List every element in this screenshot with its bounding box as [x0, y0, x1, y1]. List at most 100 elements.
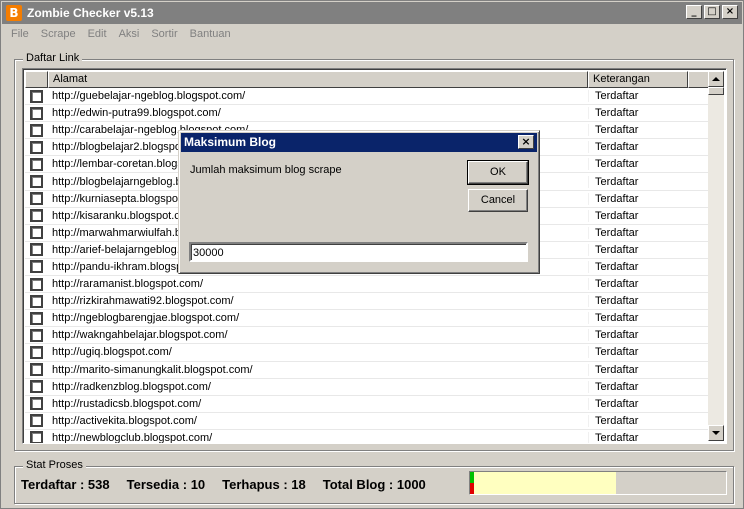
- header-alamat[interactable]: Alamat: [48, 71, 588, 88]
- row-url: http://ngeblogbarengjae.blogspot.com/: [52, 312, 240, 325]
- row-checkbox[interactable]: [30, 157, 43, 171]
- row-checkbox-cell: [25, 345, 48, 359]
- row-checkbox-cell: [25, 192, 48, 206]
- row-keterangan: Terdaftar: [588, 329, 688, 342]
- progress-fill: [470, 472, 616, 494]
- row-checkbox[interactable]: [30, 380, 43, 394]
- row-keterangan: Terdaftar: [588, 158, 688, 171]
- row-checkbox-cell: [25, 209, 48, 223]
- table-row[interactable]: http://rizkirahmawati92.blogspot.com/Ter…: [25, 293, 711, 311]
- ok-button[interactable]: OK: [467, 160, 529, 185]
- row-checkbox-cell: [25, 157, 48, 171]
- row-checkbox[interactable]: [30, 209, 43, 223]
- row-checkbox[interactable]: [30, 363, 43, 377]
- row-checkbox-cell: [25, 175, 48, 189]
- row-checkbox-cell: [25, 380, 48, 394]
- progress-bar: [469, 471, 727, 495]
- row-keterangan: Terdaftar: [588, 243, 688, 256]
- maximize-button[interactable]: □: [704, 5, 720, 19]
- row-checkbox-cell: [25, 140, 48, 154]
- row-checkbox[interactable]: [30, 311, 43, 325]
- table-row[interactable]: http://edwin-putra99.blogspot.com/Terdaf…: [25, 105, 711, 123]
- row-url: http://guebelajar-ngeblog.blogspot.com/: [52, 90, 246, 103]
- table-row[interactable]: http://marito-simanungkalit.blogspot.com…: [25, 362, 711, 379]
- row-checkbox[interactable]: [30, 89, 43, 103]
- row-keterangan: Terdaftar: [588, 209, 688, 222]
- row-checkbox-cell: [25, 363, 48, 377]
- row-checkbox[interactable]: [30, 226, 43, 240]
- table-row[interactable]: http://ugiq.blogspot.com/Terdaftar: [25, 344, 711, 362]
- stat-total-blog: Total Blog : 1000: [322, 477, 426, 492]
- minimize-button[interactable]: _: [686, 5, 702, 19]
- row-keterangan: Terdaftar: [588, 431, 688, 443]
- dialog-close-button[interactable]: ×: [518, 135, 534, 149]
- table-row[interactable]: http://wakngahbelajar.blogspot.com/Terda…: [25, 327, 711, 345]
- table-row[interactable]: http://ngeblogbarengjae.blogspot.com/Ter…: [25, 310, 711, 328]
- stat-tersedia: Tersedia : 10: [126, 477, 206, 492]
- row-url: http://wakngahbelajar.blogspot.com/: [52, 329, 228, 342]
- menu-edit[interactable]: Edit: [82, 28, 113, 40]
- maksimum-blog-dialog: Maksimum Blog × Jumlah maksimum blog scr…: [178, 130, 540, 274]
- row-keterangan: Terdaftar: [588, 380, 688, 393]
- close-button[interactable]: ×: [722, 5, 738, 19]
- row-checkbox[interactable]: [30, 243, 43, 257]
- row-checkbox-cell: [25, 414, 48, 428]
- row-keterangan: Terdaftar: [588, 346, 688, 359]
- scroll-down-button[interactable]: [708, 425, 724, 441]
- table-row[interactable]: http://guebelajar-ngeblog.blogspot.com/T…: [25, 88, 711, 106]
- cancel-button[interactable]: Cancel: [468, 189, 528, 212]
- row-checkbox[interactable]: [30, 345, 43, 359]
- table-row[interactable]: http://newblogclub.blogspot.com/Terdafta…: [25, 430, 711, 444]
- scroll-thumb[interactable]: [708, 87, 724, 95]
- table-row[interactable]: http://radkenzblog.blogspot.com/Terdafta…: [25, 379, 711, 396]
- row-keterangan: Terdaftar: [588, 260, 688, 273]
- row-checkbox-cell: [25, 294, 48, 308]
- row-keterangan: Terdaftar: [588, 175, 688, 188]
- row-checkbox-cell: [25, 106, 48, 120]
- row-keterangan: Terdaftar: [588, 312, 688, 325]
- menu-aksi[interactable]: Aksi: [113, 28, 146, 40]
- row-checkbox-cell: [25, 123, 48, 137]
- menu-bantuan[interactable]: Bantuan: [184, 28, 237, 40]
- row-checkbox[interactable]: [30, 175, 43, 189]
- row-checkbox[interactable]: [30, 260, 43, 274]
- dialog-title-bar[interactable]: Maksimum Blog ×: [181, 133, 537, 152]
- row-checkbox[interactable]: [30, 431, 43, 443]
- window-title: Zombie Checker v5.13: [27, 6, 154, 20]
- menu-file[interactable]: File: [5, 28, 35, 40]
- row-checkbox-cell: [25, 431, 48, 443]
- row-keterangan: Terdaftar: [588, 295, 688, 308]
- row-checkbox[interactable]: [30, 414, 43, 428]
- row-checkbox-cell: [25, 277, 48, 291]
- row-checkbox[interactable]: [30, 328, 43, 342]
- stat-summary: Terdaftar : 538 Tersedia : 10 Terhapus :…: [21, 477, 443, 492]
- row-keterangan: Terdaftar: [588, 192, 688, 205]
- row-url: http://newblogclub.blogspot.com/: [52, 431, 213, 444]
- menu-scrape[interactable]: Scrape: [35, 28, 82, 40]
- header-check-column[interactable]: [25, 71, 48, 88]
- max-blog-input[interactable]: 30000: [189, 242, 528, 262]
- row-checkbox[interactable]: [30, 123, 43, 137]
- row-checkbox[interactable]: [30, 397, 43, 411]
- row-checkbox[interactable]: [30, 140, 43, 154]
- table-row[interactable]: http://activekita.blogspot.com/Terdaftar: [25, 413, 711, 430]
- title-bar[interactable]: B Zombie Checker v5.13 _ □ ×: [2, 2, 742, 24]
- row-checkbox[interactable]: [30, 192, 43, 206]
- progress-red-marker: [470, 483, 474, 494]
- daftar-link-label: Daftar Link: [23, 52, 83, 64]
- dialog-prompt: Jumlah maksimum blog scrape: [190, 164, 342, 176]
- row-checkbox[interactable]: [30, 106, 43, 120]
- row-url: http://activekita.blogspot.com/: [52, 414, 197, 427]
- vertical-scrollbar[interactable]: [708, 71, 724, 441]
- menu-sortir[interactable]: Sortir: [145, 28, 183, 40]
- row-checkbox-cell: [25, 89, 48, 103]
- scroll-up-button[interactable]: [708, 71, 724, 87]
- table-row[interactable]: http://raramanist.blogspot.com/Terdaftar: [25, 276, 711, 294]
- row-url: http://raramanist.blogspot.com/: [52, 278, 204, 291]
- row-checkbox[interactable]: [30, 277, 43, 291]
- row-url: http://ugiq.blogspot.com/: [52, 346, 172, 359]
- table-row[interactable]: http://rustadicsb.blogspot.com/Terdaftar: [25, 396, 711, 413]
- row-keterangan: Terdaftar: [588, 124, 688, 137]
- header-keterangan[interactable]: Keterangan: [588, 71, 688, 88]
- row-checkbox[interactable]: [30, 294, 43, 308]
